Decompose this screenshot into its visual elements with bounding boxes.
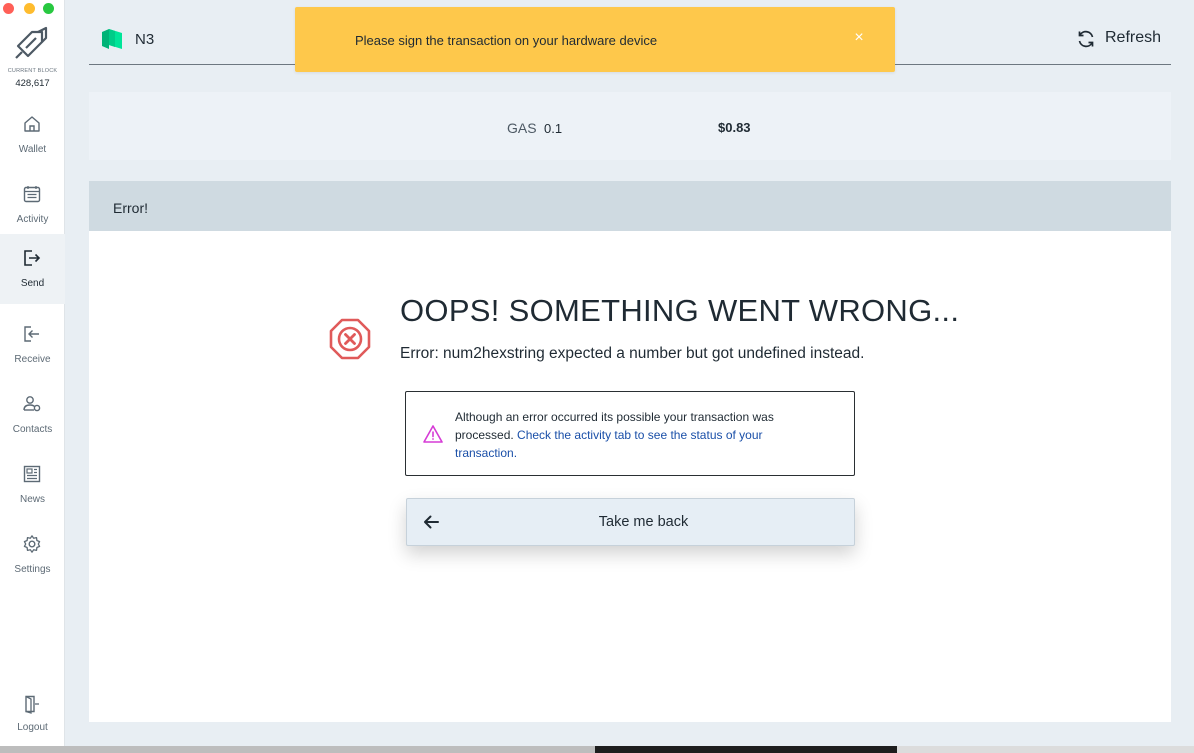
asset-amount: 0.1	[544, 121, 563, 136]
current-block-label: CURRENT BLOCK	[7, 68, 58, 74]
send-icon	[24, 250, 41, 266]
gear-icon	[23, 535, 41, 553]
sidebar-item-label: Contacts	[12, 424, 53, 435]
error-message: Error: num2hexstring expected a number b…	[400, 345, 865, 362]
asset-name: GAS	[507, 120, 537, 136]
warning-triangle-icon	[423, 425, 443, 443]
window-maximize-button[interactable]	[43, 3, 54, 14]
sidebar-item-label: Wallet	[18, 144, 47, 155]
window-close-button[interactable]	[3, 3, 14, 14]
current-block-value: 428,617	[15, 78, 50, 89]
sidebar-item-send[interactable]: Send	[0, 234, 65, 304]
desktop-strip-segment	[897, 746, 1194, 753]
error-heading: OOPS! SOMETHING WENT WRONG...	[400, 293, 960, 328]
error-octagon-icon	[329, 318, 371, 360]
contacts-icon	[23, 396, 41, 412]
network-label: N3	[135, 31, 155, 48]
sidebar-item-logout[interactable]: Logout	[0, 688, 65, 738]
sidebar-item-label: Receive	[14, 354, 51, 365]
app-window: CURRENT BLOCK 428,617 Wallet Activity Se…	[0, 0, 1194, 746]
desktop-strip-segment	[0, 746, 595, 753]
sidebar-item-contacts[interactable]: Contacts	[0, 384, 65, 454]
sidebar-item-label: Send	[20, 278, 45, 289]
sidebar-item-settings[interactable]: Settings	[0, 524, 65, 594]
logout-icon	[25, 695, 39, 714]
sidebar-item-wallet[interactable]: Wallet	[0, 104, 65, 174]
refresh-icon	[1078, 30, 1094, 48]
back-button-label: Take me back	[598, 514, 689, 530]
sidebar-item-receive[interactable]: Receive	[0, 314, 65, 384]
warning-text: Although an error occurred its possible …	[455, 408, 825, 462]
receive-icon	[24, 326, 39, 342]
window-minimize-button[interactable]	[24, 3, 35, 14]
sidebar-item-label: Logout	[17, 722, 48, 733]
desktop-strip	[0, 746, 1194, 753]
asset-fiat-value: $0.83	[718, 120, 751, 135]
warning-callout: Although an error occurred its possible …	[405, 391, 855, 476]
error-panel: OOPS! SOMETHING WENT WRONG... Error: num…	[89, 231, 1171, 722]
app-logo-icon	[15, 26, 48, 59]
desktop-strip-segment	[595, 746, 897, 753]
hardware-sign-toast: Please sign the transaction on your hard…	[295, 7, 895, 72]
sidebar-item-label: Activity	[16, 214, 49, 225]
sidebar: CURRENT BLOCK 428,617 Wallet Activity Se…	[0, 0, 65, 746]
transaction-summary: GAS 0.1 $0.83	[89, 92, 1171, 160]
sidebar-item-label: News	[19, 494, 45, 505]
sidebar-item-news[interactable]: News	[0, 454, 65, 524]
neo-logo-icon	[102, 29, 122, 49]
sidebar-item-label: Settings	[14, 564, 51, 575]
take-me-back-button[interactable]: Take me back	[406, 498, 855, 546]
panel-header: Error!	[89, 181, 1171, 231]
panel-title: Error!	[113, 200, 148, 216]
refresh-label: Refresh	[1105, 29, 1162, 46]
home-icon	[24, 116, 40, 132]
calendar-icon	[23, 186, 41, 203]
news-icon	[23, 465, 41, 483]
refresh-button[interactable]: Refresh	[1076, 28, 1166, 50]
close-icon[interactable]: ×	[850, 29, 868, 47]
toast-message: Please sign the transaction on your hard…	[355, 33, 658, 48]
